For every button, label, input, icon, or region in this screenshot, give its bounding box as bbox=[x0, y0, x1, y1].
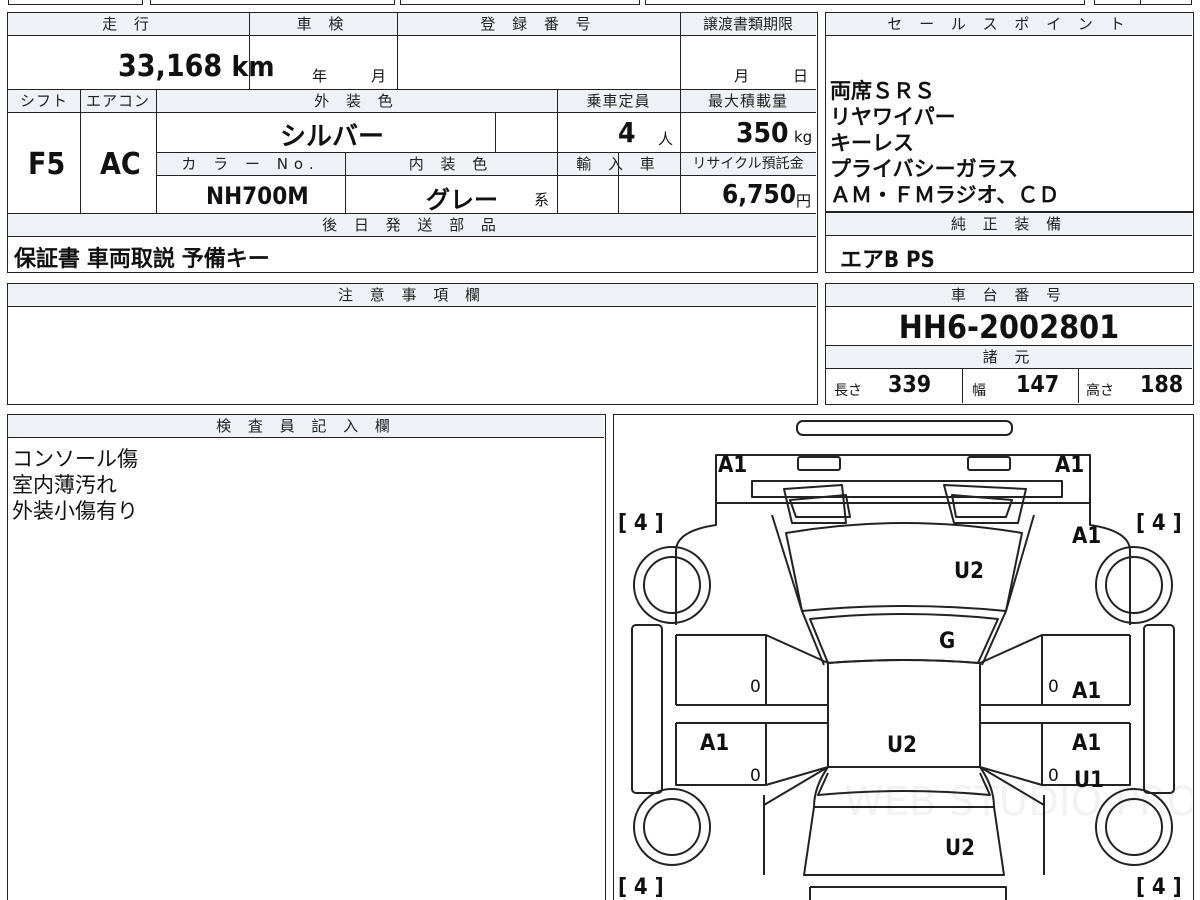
inspector-box: 検 査 員 記 入 欄 コンソール傷 室内薄汚れ 外装小傷有り bbox=[7, 414, 606, 900]
registration-header: 登 録 番 号 bbox=[397, 13, 680, 36]
mark-rear: U2 bbox=[945, 836, 975, 861]
specs-header: 諸 元 bbox=[826, 346, 1192, 369]
sales-points-box: セ ー ル ス ポ イ ン ト 両席ＳＲＳ リヤワイパー キーレス プライバシー… bbox=[825, 12, 1194, 212]
chassis-number: HH6-2002801 bbox=[898, 308, 1120, 346]
inspection-year: 年 bbox=[312, 67, 328, 85]
tire-front-left: [ 4 ] bbox=[618, 511, 664, 536]
top-strip bbox=[0, 0, 1200, 6]
capacity-header: 乗車定員 bbox=[557, 90, 680, 113]
width-value: 147 bbox=[1016, 372, 1060, 398]
vehicle-info-grid: 走 行 車 検 登 録 番 号 譲渡書類期限 33,168 km 年 月 月 日… bbox=[7, 12, 818, 273]
recycle-header: リサイクル預託金 bbox=[680, 153, 816, 176]
inspection-header: 車 検 bbox=[249, 13, 397, 36]
mark-windshield: G bbox=[939, 629, 956, 654]
color-no-header: カ ラ ー No. bbox=[156, 153, 345, 176]
mileage-header: 走 行 bbox=[8, 13, 249, 36]
mark-right-front-door-num: 0 bbox=[1048, 677, 1059, 697]
mark-right-rear-door: A1 bbox=[1072, 731, 1102, 756]
tire-rear-left: [ 4 ] bbox=[618, 875, 664, 900]
genuine-equipment-value: エアB PS bbox=[840, 248, 935, 273]
mark-left-front-door-num: 0 bbox=[750, 677, 761, 697]
inspector-note: 外装小傷有り bbox=[12, 499, 138, 523]
length-label: 長さ bbox=[834, 383, 862, 399]
mark-right-front-fender: A1 bbox=[1072, 524, 1102, 549]
exterior-color-value: シルバー bbox=[280, 122, 385, 152]
capacity-unit: 人 bbox=[658, 130, 674, 148]
aircon-header: エアコン bbox=[80, 90, 156, 113]
car-diagram-box: WEB STUDIO PRO A1 A1 U2 A1 G 0 A1 0 0 A1… bbox=[613, 414, 1194, 900]
interior-color-value: グレー bbox=[426, 186, 498, 214]
mark-right-front-door: A1 bbox=[1072, 679, 1102, 704]
mark-front-right: A1 bbox=[1055, 453, 1085, 478]
genuine-equipment-box: 純 正 装 備 エアB PS bbox=[825, 212, 1194, 273]
mark-roof: U2 bbox=[887, 733, 917, 758]
chassis-box: 車 台 番 号 HH6-2002801 諸 元 長さ 339 幅 147 高さ … bbox=[825, 283, 1194, 405]
tire-rear-right: [ 4 ] bbox=[1136, 875, 1182, 900]
interior-color-header: 内 装 色 bbox=[345, 153, 557, 176]
height-value: 188 bbox=[1140, 372, 1184, 398]
exterior-color-header: 外 装 色 bbox=[156, 90, 557, 113]
transfer-deadline-header: 譲渡書類期限 bbox=[680, 13, 816, 36]
shift-header: シフト bbox=[8, 90, 80, 113]
height-label: 高さ bbox=[1086, 383, 1114, 399]
notes-header: 注 意 事 項 欄 bbox=[8, 284, 816, 307]
later-parts-value: 保証書 車両取説 予備キー bbox=[14, 247, 270, 272]
color-no-value: NH700M bbox=[206, 182, 309, 210]
length-value: 339 bbox=[888, 372, 932, 398]
later-parts-header: 後 日 発 送 部 品 bbox=[8, 214, 816, 237]
recycle-unit: 円 bbox=[796, 192, 812, 210]
genuine-equipment-header: 純 正 装 備 bbox=[826, 213, 1192, 236]
tire-front-right: [ 4 ] bbox=[1136, 511, 1182, 536]
aircon-value: AC bbox=[100, 147, 141, 182]
transfer-day: 日 bbox=[793, 67, 809, 85]
mark-front-left: A1 bbox=[718, 453, 748, 478]
transfer-month: 月 bbox=[734, 67, 750, 85]
shift-value: F5 bbox=[28, 147, 66, 182]
max-load-unit: kg bbox=[794, 128, 813, 146]
car-diagram: WEB STUDIO PRO bbox=[631, 420, 1192, 900]
chassis-header: 車 台 番 号 bbox=[826, 284, 1192, 307]
watermark: WEB STUDIO PRO bbox=[844, 779, 1192, 825]
mileage-value: 33,168 km bbox=[118, 49, 275, 84]
mark-right-rear-door-u: U1 bbox=[1074, 768, 1104, 793]
inspection-month: 月 bbox=[371, 67, 387, 85]
recycle-value: 6,750 bbox=[722, 180, 796, 210]
sales-point-item: ＡＭ・ＦＭラジオ、ＣＤ bbox=[830, 183, 1060, 207]
mark-right-rear-door-num: 0 bbox=[1048, 766, 1059, 786]
interior-color-suffix: 系 bbox=[534, 191, 550, 209]
inspector-header: 検 査 員 記 入 欄 bbox=[8, 415, 604, 438]
mark-left-rear-door-num: 0 bbox=[750, 766, 761, 786]
max-load-header: 最大積載量 bbox=[680, 90, 816, 113]
sales-points-header: セ ー ル ス ポ イ ン ト bbox=[826, 13, 1192, 36]
max-load-value: 350 bbox=[736, 116, 789, 149]
capacity-value: 4 bbox=[618, 116, 636, 149]
mark-left-rear-door: A1 bbox=[700, 731, 730, 756]
mark-hood: U2 bbox=[954, 559, 984, 584]
width-label: 幅 bbox=[972, 383, 986, 399]
notes-box: 注 意 事 項 欄 bbox=[7, 283, 818, 405]
